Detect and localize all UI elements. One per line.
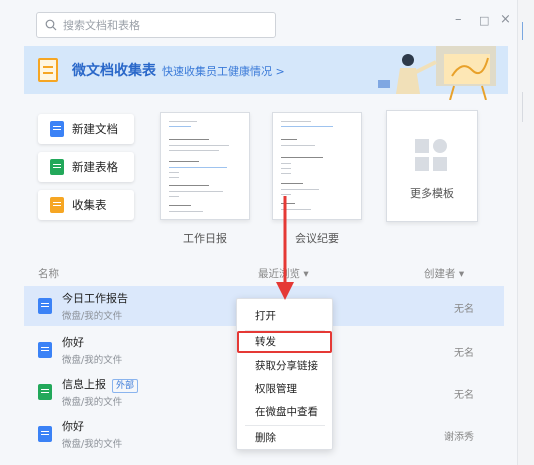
external-tag: 外部 — [112, 379, 139, 393]
template-card-meeting-minutes[interactable] — [272, 112, 362, 220]
file-name: 信息上报 — [62, 378, 106, 391]
file-path: 微盘/我的文件 — [62, 439, 123, 450]
file-path: 微盘/我的文件 — [62, 311, 123, 322]
column-header-creator[interactable]: 创建者 ▾ — [424, 266, 464, 281]
search-icon — [45, 19, 57, 31]
menu-item-share-link[interactable]: 获取分享链接 — [237, 355, 332, 377]
file-path: 微盘/我的文件 — [62, 397, 123, 408]
spreadsheet-icon — [38, 384, 52, 400]
file-owner: 无名 — [454, 304, 474, 315]
banner-link[interactable]: 快速收集员工健康情况 > — [162, 63, 285, 79]
close-button[interactable]: × — [500, 12, 511, 27]
more-templates-card[interactable]: 更多模板 — [386, 110, 478, 222]
more-templates-label: 更多模板 — [410, 187, 454, 200]
new-collection-form-button[interactable]: 收集表 — [38, 190, 134, 220]
document-icon — [38, 426, 52, 442]
app-window: – □ × 微文档收集表 快速收集员工健康情况 > 新建文档 新建表格 收集表 — [0, 0, 518, 465]
maximize-button[interactable]: □ — [479, 14, 489, 27]
spreadsheet-icon — [50, 159, 64, 175]
file-path: 微盘/我的文件 — [62, 355, 123, 366]
new-spreadsheet-label: 新建表格 — [72, 160, 118, 174]
file-name: 你好 — [62, 336, 84, 349]
collection-form-icon — [50, 197, 64, 213]
menu-item-open[interactable]: 打开 — [237, 305, 332, 327]
promo-banner[interactable]: 微文档收集表 快速收集员工健康情况 > — [24, 46, 508, 100]
menu-item-delete[interactable]: 删除 — [237, 427, 332, 449]
banner-title: 微文档收集表 — [72, 63, 156, 79]
new-collection-form-label: 收集表 — [72, 198, 107, 212]
document-icon — [38, 298, 52, 314]
column-header-recent[interactable]: 最近浏览 ▾ — [258, 266, 309, 281]
banner-illustration — [378, 46, 496, 100]
new-document-label: 新建文档 — [72, 122, 118, 136]
file-name-wrap: 信息上报 外部 — [62, 376, 139, 393]
file-name: 今日工作报告 — [62, 292, 128, 305]
collection-form-icon — [38, 58, 58, 82]
search-box[interactable] — [36, 12, 276, 38]
background-window-edge — [518, 0, 534, 465]
document-icon — [50, 121, 64, 137]
menu-item-forward[interactable]: 转发 — [237, 331, 332, 353]
template-card-daily-report[interactable] — [160, 112, 250, 220]
new-spreadsheet-button[interactable]: 新建表格 — [38, 152, 134, 182]
column-header-name[interactable]: 名称 — [38, 266, 59, 281]
minimize-button[interactable]: – — [455, 12, 462, 27]
file-name: 你好 — [62, 420, 84, 433]
document-icon — [38, 342, 52, 358]
context-menu: 打开 转发 获取分享链接 权限管理 在微盘中查看 删除 — [236, 298, 333, 450]
template-label-meeting-minutes: 会议纪要 — [295, 232, 339, 245]
search-input[interactable] — [63, 18, 263, 32]
menu-item-permissions[interactable]: 权限管理 — [237, 378, 332, 400]
file-owner: 谢添秀 — [444, 432, 474, 443]
template-label-daily-report: 工作日报 — [183, 232, 227, 245]
file-owner: 无名 — [454, 348, 474, 359]
menu-item-view-in-drive[interactable]: 在微盘中查看 — [237, 401, 332, 423]
file-owner: 无名 — [454, 390, 474, 401]
new-document-button[interactable]: 新建文档 — [38, 114, 134, 144]
